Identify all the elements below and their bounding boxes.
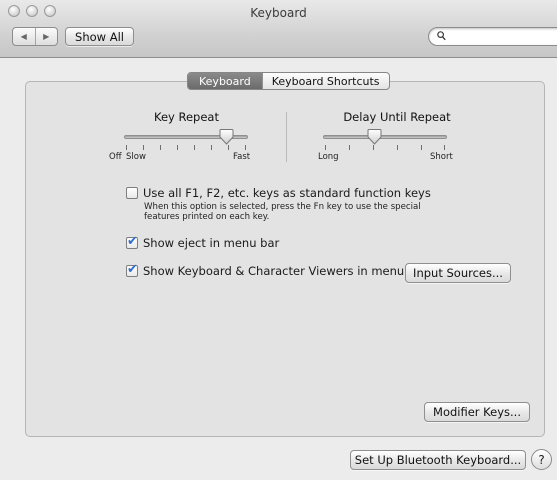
title-toolbar: Keyboard ◀ ▶ Show All [0, 0, 557, 58]
tab-control: Keyboard Keyboard Shortcuts [187, 72, 390, 90]
key-repeat-tick [143, 145, 144, 150]
key-repeat-knob[interactable] [219, 129, 234, 145]
key-repeat-tick [211, 145, 212, 150]
key-repeat-off-label: Off [109, 152, 122, 162]
tab-panel [25, 81, 545, 437]
viewers-label: Show Keyboard & Character Viewers in men… [143, 264, 427, 278]
delay-short-label: Short [430, 152, 453, 162]
window-title: Keyboard [250, 6, 307, 20]
fn-keys-label: Use all F1, F2, etc. keys as standard fu… [143, 186, 431, 200]
eject-option[interactable]: Show eject in menu bar [126, 234, 280, 250]
delay-until-repeat-label: Delay Until Repeat [343, 110, 451, 124]
help-button[interactable]: ? [531, 449, 552, 470]
key-repeat-tick [245, 145, 246, 150]
modifier-keys-button[interactable]: Modifier Keys... [424, 402, 530, 422]
key-repeat-fast-label: Fast [233, 152, 251, 162]
fn-keys-checkbox[interactable] [126, 187, 138, 199]
back-arrow-icon[interactable]: ◀ [13, 28, 35, 45]
delay-tick [373, 145, 374, 150]
fn-keys-option[interactable]: Use all F1, F2, etc. keys as standard fu… [126, 186, 431, 200]
key-repeat-tick [194, 145, 195, 150]
viewers-option[interactable]: Show Keyboard & Character Viewers in men… [126, 262, 427, 278]
key-repeat-tick [177, 145, 178, 150]
bluetooth-keyboard-button[interactable]: Set Up Bluetooth Keyboard... [350, 450, 526, 470]
key-repeat-tick [126, 145, 127, 150]
magnifier-icon [437, 31, 446, 44]
tab-keyboard[interactable]: Keyboard [188, 73, 262, 89]
delay-long-label: Long [318, 152, 339, 162]
viewers-checkbox[interactable] [126, 262, 138, 277]
preferences-window: Keyboard ◀ ▶ Show All Keyboard Keyboard … [0, 0, 557, 480]
search-input[interactable] [449, 29, 557, 44]
delay-tick [397, 145, 398, 150]
key-repeat-tick [160, 145, 161, 150]
fn-keys-description: When this option is selected, press the … [144, 202, 464, 222]
delay-tick [444, 145, 445, 150]
forward-arrow-icon[interactable]: ▶ [34, 28, 58, 45]
show-all-button[interactable]: Show All [65, 27, 134, 46]
fn-keys-description-line-2: features printed on each key. [144, 212, 270, 222]
fn-keys-description-line-1: When this option is selected, press the … [144, 202, 421, 212]
key-repeat-label: Key Repeat [154, 110, 219, 124]
delay-track[interactable] [323, 135, 447, 139]
delay-tick [349, 145, 350, 150]
delay-tick [325, 145, 326, 150]
slider-divider [286, 112, 287, 162]
input-sources-button[interactable]: Input Sources... [405, 263, 511, 283]
delay-tick [421, 145, 422, 150]
back-forward-control: ◀ ▶ [12, 27, 58, 46]
tab-keyboard-shortcuts[interactable]: Keyboard Shortcuts [261, 73, 389, 89]
key-repeat-tick [228, 145, 229, 150]
search-field[interactable] [428, 27, 557, 46]
delay-knob[interactable] [367, 129, 382, 145]
key-repeat-slow-label: Slow [126, 152, 146, 162]
eject-label: Show eject in menu bar [143, 236, 280, 250]
eject-checkbox[interactable] [126, 234, 138, 249]
